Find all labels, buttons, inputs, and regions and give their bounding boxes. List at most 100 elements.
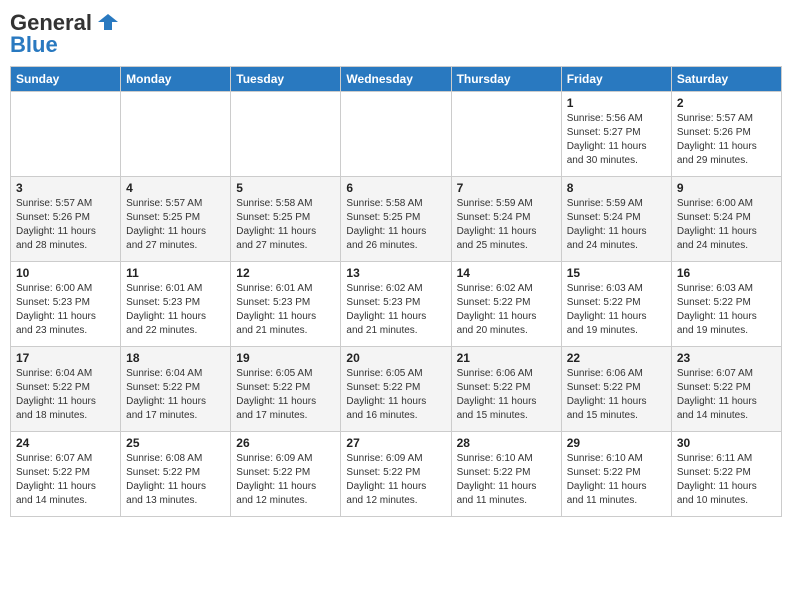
weekday-header-tuesday: Tuesday — [231, 67, 341, 92]
logo-blue: Blue — [10, 32, 58, 58]
day-number: 13 — [346, 266, 445, 280]
calendar-week-3: 10 Sunrise: 6:00 AM Sunset: 5:23 PM Dayli… — [11, 262, 782, 347]
calendar-cell: 21 Sunrise: 6:06 AM Sunset: 5:22 PM Dayli… — [451, 347, 561, 432]
day-info: Sunrise: 6:09 AM Sunset: 5:22 PM Dayligh… — [236, 452, 335, 508]
calendar-cell: 10 Sunrise: 6:00 AM Sunset: 5:23 PM Dayli… — [11, 262, 121, 347]
day-number: 29 — [567, 436, 666, 450]
day-number: 9 — [677, 181, 776, 195]
calendar-cell: 4 Sunrise: 5:57 AM Sunset: 5:25 PM Daylig… — [121, 177, 231, 262]
day-info: Sunrise: 5:57 AM Sunset: 5:26 PM Dayligh… — [16, 197, 115, 253]
calendar-cell: 14 Sunrise: 6:02 AM Sunset: 5:22 PM Dayli… — [451, 262, 561, 347]
day-number: 30 — [677, 436, 776, 450]
weekday-header-thursday: Thursday — [451, 67, 561, 92]
calendar-cell: 17 Sunrise: 6:04 AM Sunset: 5:22 PM Dayli… — [11, 347, 121, 432]
calendar-cell: 24 Sunrise: 6:07 AM Sunset: 5:22 PM Dayli… — [11, 432, 121, 517]
calendar-cell — [11, 92, 121, 177]
page-header: General Blue — [10, 10, 782, 58]
calendar-cell: 22Sunrise: 6:06 AM Sunset: 5:22 PM Dayli… — [561, 347, 671, 432]
day-info: Sunrise: 5:58 AM Sunset: 5:25 PM Dayligh… — [346, 197, 445, 253]
weekday-header-sunday: Sunday — [11, 67, 121, 92]
calendar-cell: 11 Sunrise: 6:01 AM Sunset: 5:23 PM Dayli… — [121, 262, 231, 347]
calendar-cell: 2Sunrise: 5:57 AM Sunset: 5:26 PM Daylig… — [671, 92, 781, 177]
day-info: Sunrise: 6:01 AM Sunset: 5:23 PM Dayligh… — [126, 282, 225, 338]
day-info: Sunrise: 6:11 AM Sunset: 5:22 PM Dayligh… — [677, 452, 776, 508]
calendar-cell — [231, 92, 341, 177]
calendar-cell: 27Sunrise: 6:09 AM Sunset: 5:22 PM Dayli… — [341, 432, 451, 517]
calendar-cell: 12 Sunrise: 6:01 AM Sunset: 5:23 PM Dayli… — [231, 262, 341, 347]
day-info: Sunrise: 6:02 AM Sunset: 5:22 PM Dayligh… — [457, 282, 556, 338]
day-number: 10 — [16, 266, 115, 280]
calendar-cell: 6 Sunrise: 5:58 AM Sunset: 5:25 PM Daylig… — [341, 177, 451, 262]
day-info: Sunrise: 6:03 AM Sunset: 5:22 PM Dayligh… — [567, 282, 666, 338]
day-info: Sunrise: 5:59 AM Sunset: 5:24 PM Dayligh… — [567, 197, 666, 253]
day-info: Sunrise: 6:10 AM Sunset: 5:22 PM Dayligh… — [567, 452, 666, 508]
day-number: 18 — [126, 351, 225, 365]
weekday-header-monday: Monday — [121, 67, 231, 92]
calendar-week-2: 3 Sunrise: 5:57 AM Sunset: 5:26 PM Daylig… — [11, 177, 782, 262]
day-info: Sunrise: 6:06 AM Sunset: 5:22 PM Dayligh… — [457, 367, 556, 423]
day-number: 7 — [457, 181, 556, 195]
day-number: 22 — [567, 351, 666, 365]
day-number: 28 — [457, 436, 556, 450]
calendar-cell — [121, 92, 231, 177]
calendar-table: SundayMondayTuesdayWednesdayThursdayFrid… — [10, 66, 782, 517]
logo-bird-icon — [96, 12, 120, 34]
calendar-cell: 20 Sunrise: 6:05 AM Sunset: 5:22 PM Dayli… — [341, 347, 451, 432]
day-info: Sunrise: 6:03 AM Sunset: 5:22 PM Dayligh… — [677, 282, 776, 338]
calendar-cell — [451, 92, 561, 177]
day-info: Sunrise: 6:00 AM Sunset: 5:23 PM Dayligh… — [16, 282, 115, 338]
day-number: 5 — [236, 181, 335, 195]
calendar-week-1: 1 Sunrise: 5:56 AM Sunset: 5:27 PM Daylig… — [11, 92, 782, 177]
day-info: Sunrise: 6:08 AM Sunset: 5:22 PM Dayligh… — [126, 452, 225, 508]
day-info: Sunrise: 6:07 AM Sunset: 5:22 PM Dayligh… — [16, 452, 115, 508]
calendar-week-4: 17 Sunrise: 6:04 AM Sunset: 5:22 PM Dayli… — [11, 347, 782, 432]
day-number: 19 — [236, 351, 335, 365]
day-number: 24 — [16, 436, 115, 450]
day-number: 3 — [16, 181, 115, 195]
calendar-cell: 26 Sunrise: 6:09 AM Sunset: 5:22 PM Dayli… — [231, 432, 341, 517]
calendar-cell: 19 Sunrise: 6:05 AM Sunset: 5:22 PM Dayli… — [231, 347, 341, 432]
weekday-header-friday: Friday — [561, 67, 671, 92]
calendar-cell: 13 Sunrise: 6:02 AM Sunset: 5:23 PM Dayli… — [341, 262, 451, 347]
day-info: Sunrise: 6:09 AM Sunset: 5:22 PM Dayligh… — [346, 452, 445, 508]
calendar-cell: 15 Sunrise: 6:03 AM Sunset: 5:22 PM Dayli… — [561, 262, 671, 347]
day-number: 26 — [236, 436, 335, 450]
calendar-cell: 5 Sunrise: 5:58 AM Sunset: 5:25 PM Daylig… — [231, 177, 341, 262]
weekday-header-wednesday: Wednesday — [341, 67, 451, 92]
calendar-body: 1 Sunrise: 5:56 AM Sunset: 5:27 PM Daylig… — [11, 92, 782, 517]
day-number: 4 — [126, 181, 225, 195]
weekday-header-saturday: Saturday — [671, 67, 781, 92]
calendar-cell: 28 Sunrise: 6:10 AM Sunset: 5:22 PM Dayli… — [451, 432, 561, 517]
calendar-cell: 9Sunrise: 6:00 AM Sunset: 5:24 PM Daylig… — [671, 177, 781, 262]
day-number: 11 — [126, 266, 225, 280]
day-info: Sunrise: 5:59 AM Sunset: 5:24 PM Dayligh… — [457, 197, 556, 253]
day-number: 15 — [567, 266, 666, 280]
calendar-cell: 30 Sunrise: 6:11 AM Sunset: 5:22 PM Dayli… — [671, 432, 781, 517]
calendar-cell: 16 Sunrise: 6:03 AM Sunset: 5:22 PM Dayli… — [671, 262, 781, 347]
day-info: Sunrise: 6:02 AM Sunset: 5:23 PM Dayligh… — [346, 282, 445, 338]
day-info: Sunrise: 6:04 AM Sunset: 5:22 PM Dayligh… — [16, 367, 115, 423]
day-number: 17 — [16, 351, 115, 365]
day-number: 16 — [677, 266, 776, 280]
calendar-header-row: SundayMondayTuesdayWednesdayThursdayFrid… — [11, 67, 782, 92]
day-info: Sunrise: 5:57 AM Sunset: 5:25 PM Dayligh… — [126, 197, 225, 253]
day-number: 20 — [346, 351, 445, 365]
day-info: Sunrise: 6:10 AM Sunset: 5:22 PM Dayligh… — [457, 452, 556, 508]
day-number: 8 — [567, 181, 666, 195]
day-info: Sunrise: 6:05 AM Sunset: 5:22 PM Dayligh… — [236, 367, 335, 423]
calendar-cell: 8 Sunrise: 5:59 AM Sunset: 5:24 PM Daylig… — [561, 177, 671, 262]
calendar-week-5: 24 Sunrise: 6:07 AM Sunset: 5:22 PM Dayli… — [11, 432, 782, 517]
day-number: 1 — [567, 96, 666, 110]
calendar-cell: 7 Sunrise: 5:59 AM Sunset: 5:24 PM Daylig… — [451, 177, 561, 262]
day-info: Sunrise: 6:01 AM Sunset: 5:23 PM Dayligh… — [236, 282, 335, 338]
day-number: 21 — [457, 351, 556, 365]
day-info: Sunrise: 6:05 AM Sunset: 5:22 PM Dayligh… — [346, 367, 445, 423]
day-info: Sunrise: 5:56 AM Sunset: 5:27 PM Dayligh… — [567, 112, 666, 168]
logo: General Blue — [10, 10, 120, 58]
day-number: 14 — [457, 266, 556, 280]
day-info: Sunrise: 6:04 AM Sunset: 5:22 PM Dayligh… — [126, 367, 225, 423]
day-number: 6 — [346, 181, 445, 195]
day-number: 12 — [236, 266, 335, 280]
day-info: Sunrise: 5:58 AM Sunset: 5:25 PM Dayligh… — [236, 197, 335, 253]
calendar-cell: 18 Sunrise: 6:04 AM Sunset: 5:22 PM Dayli… — [121, 347, 231, 432]
